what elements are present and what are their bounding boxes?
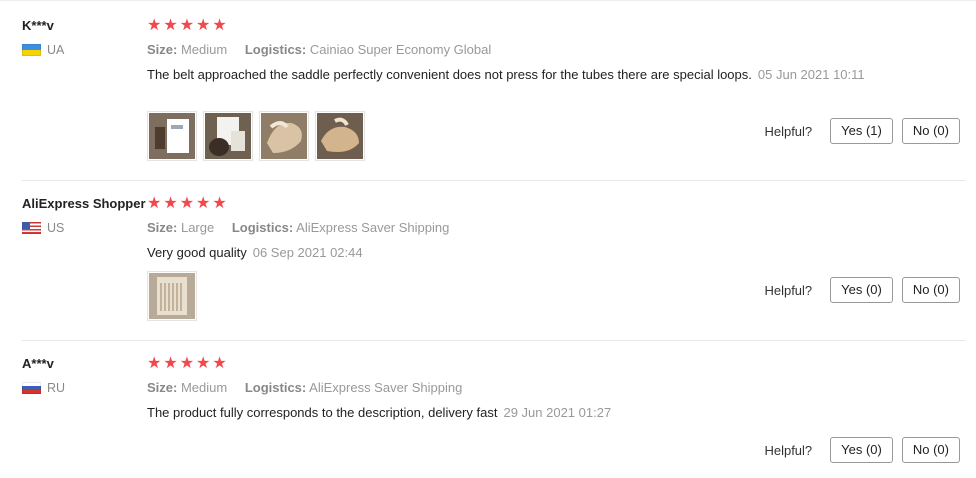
size-value: Medium (180, 42, 228, 57)
star-rating: ★ ★ ★ ★ ★ (147, 18, 227, 34)
review-date: 05 Jun 2021 10:11 (757, 67, 865, 82)
country-code: UA (47, 43, 65, 57)
order-info: Size: Medium Logistics: AliExpress Saver… (147, 380, 462, 395)
review-content: Very good quality 06 Sep 2021 02:44 (147, 243, 867, 262)
logistics-value: AliExpress Saver Shipping (309, 380, 463, 395)
star-rating: ★ ★ ★ ★ ★ (147, 356, 227, 372)
helpful-no-button[interactable]: No (0) (901, 277, 960, 303)
size-label: Size: (147, 220, 178, 235)
helpful-vote: Helpful? Yes (0) No (0) (764, 277, 960, 303)
star-icon: ★ (212, 355, 227, 372)
star-icon: ★ (196, 195, 211, 212)
review-photo-thumbnail[interactable] (259, 111, 309, 161)
size-label: Size: (147, 380, 178, 395)
review-photos (147, 111, 365, 161)
star-icon: ★ (196, 17, 211, 34)
helpful-yes-button[interactable]: Yes (1) (830, 118, 893, 144)
russia-flag-icon (22, 382, 41, 394)
review-date: 29 Jun 2021 01:27 (503, 405, 612, 420)
size-value: Large (180, 220, 215, 235)
reviewer-country: US (22, 221, 64, 235)
star-icon: ★ (163, 17, 178, 34)
helpful-label: Helpful? (764, 123, 813, 139)
review-item: K***v UA ★ ★ ★ ★ ★ Size: Medium Logistic… (0, 0, 976, 180)
helpful-vote: Helpful? Yes (0) No (0) (764, 437, 960, 463)
star-icon: ★ (179, 195, 195, 212)
review-item: AliExpress Shopper US ★ ★ ★ ★ ★ Size: La… (0, 181, 976, 340)
reviewer-name: AliExpress Shopper (22, 196, 146, 211)
review-text: The product fully corresponds to the des… (147, 405, 498, 420)
review-item: A***v RU ★ ★ ★ ★ ★ Size: Medium Logistic… (0, 341, 976, 478)
review-text: Very good quality (147, 245, 247, 260)
star-icon: ★ (196, 355, 211, 372)
review-photo-thumbnail[interactable] (147, 111, 197, 161)
reviewer-name: A***v (22, 356, 54, 371)
star-icon: ★ (179, 355, 195, 372)
size-label: Size: (147, 42, 178, 57)
country-code: US (47, 221, 65, 235)
helpful-label: Helpful? (764, 442, 813, 458)
logistics-label: Logistics: (244, 42, 307, 57)
star-rating: ★ ★ ★ ★ ★ (147, 196, 227, 212)
ukraine-flag-icon (22, 44, 41, 56)
helpful-no-button[interactable]: No (0) (901, 437, 960, 463)
review-content: The belt approached the saddle perfectly… (147, 65, 867, 84)
star-icon: ★ (147, 17, 162, 34)
review-photos (147, 271, 197, 321)
star-icon: ★ (163, 355, 178, 372)
order-info: Size: Medium Logistics: Cainiao Super Ec… (147, 42, 491, 57)
star-icon: ★ (212, 17, 227, 34)
star-icon: ★ (147, 195, 162, 212)
reviewer-country: RU (22, 381, 65, 395)
helpful-no-button[interactable]: No (0) (901, 118, 960, 144)
logistics-label: Logistics: (244, 380, 307, 395)
reviewer-country: UA (22, 43, 64, 57)
star-icon: ★ (163, 195, 178, 212)
helpful-yes-button[interactable]: Yes (0) (830, 437, 893, 463)
usa-flag-icon (22, 222, 41, 234)
review-photo-thumbnail[interactable] (315, 111, 365, 161)
star-icon: ★ (147, 355, 162, 372)
helpful-vote: Helpful? Yes (1) No (0) (764, 118, 960, 144)
star-icon: ★ (212, 195, 227, 212)
star-icon: ★ (179, 17, 195, 34)
size-value: Medium (180, 380, 228, 395)
review-content: The product fully corresponds to the des… (147, 403, 867, 422)
helpful-yes-button[interactable]: Yes (0) (830, 277, 893, 303)
logistics-value: Cainiao Super Economy Global (309, 42, 492, 57)
helpful-label: Helpful? (764, 282, 813, 298)
logistics-label: Logistics: (231, 220, 294, 235)
order-info: Size: Large Logistics: AliExpress Saver … (147, 220, 449, 235)
review-photo-thumbnail[interactable] (203, 111, 253, 161)
country-code: RU (47, 381, 66, 395)
review-photo-thumbnail[interactable] (147, 271, 197, 321)
review-date: 06 Sep 2021 02:44 (252, 245, 363, 260)
logistics-value: AliExpress Saver Shipping (296, 220, 450, 235)
review-text: The belt approached the saddle perfectly… (147, 67, 752, 82)
reviewer-name: K***v (22, 18, 54, 33)
